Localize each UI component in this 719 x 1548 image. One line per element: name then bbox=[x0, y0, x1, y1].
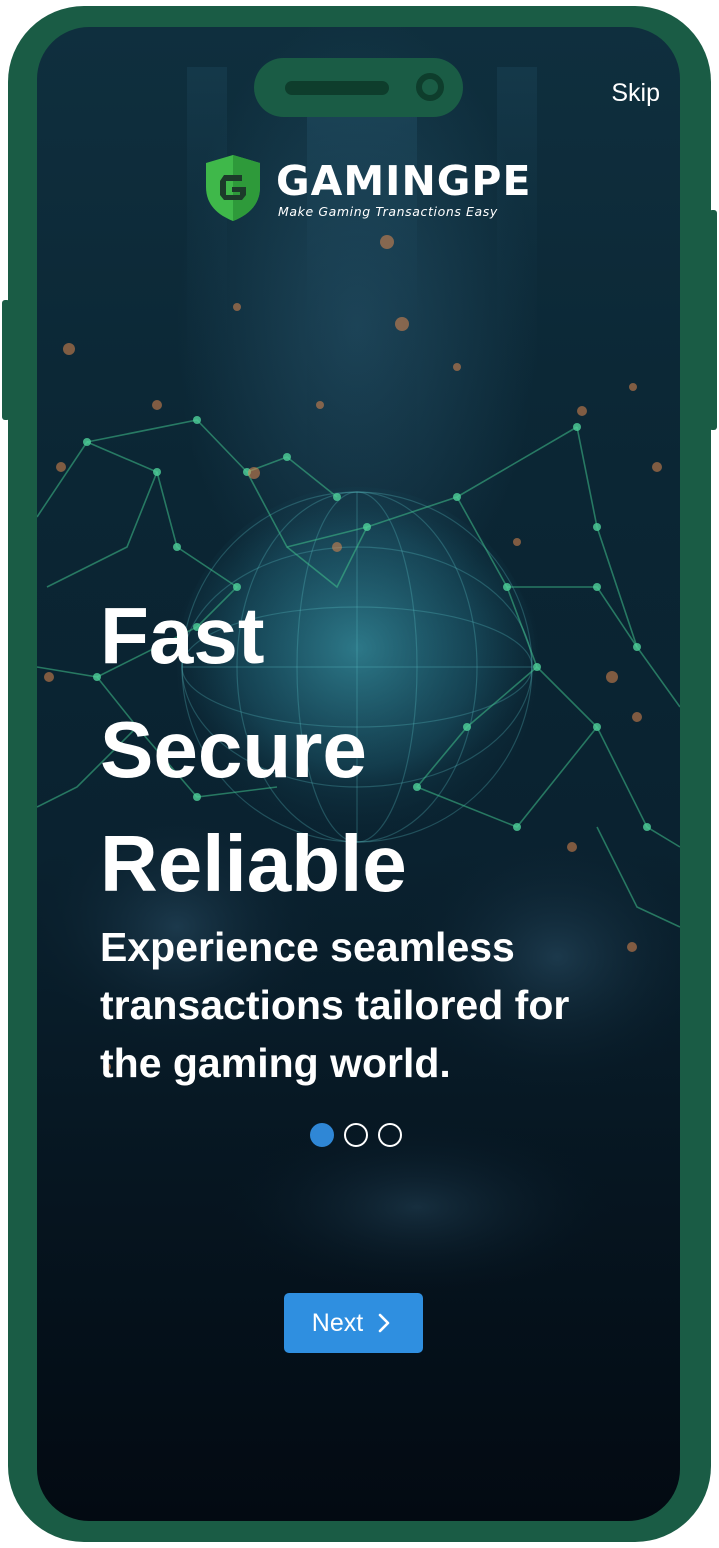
side-button-left bbox=[2, 300, 10, 420]
next-button-label: Next bbox=[311, 1308, 364, 1337]
island-speaker bbox=[285, 81, 389, 95]
side-button-right bbox=[709, 210, 717, 430]
next-button[interactable]: Next bbox=[284, 1293, 423, 1353]
page-dot-2[interactable] bbox=[344, 1123, 368, 1147]
subtitle: Experience seamless transactions tailore… bbox=[100, 918, 660, 1092]
headline: Fast Secure Reliable bbox=[100, 579, 407, 921]
dynamic-island bbox=[254, 58, 463, 117]
page-dot-1[interactable] bbox=[310, 1123, 334, 1147]
app-logo: GAMINGPE Make Gaming Transactions Easy bbox=[202, 151, 530, 231]
subtitle-line: the gaming world. bbox=[100, 1040, 451, 1086]
logo-tagline: Make Gaming Transactions Easy bbox=[278, 204, 498, 219]
page-dot-3[interactable] bbox=[378, 1123, 402, 1147]
page-indicator bbox=[310, 1123, 402, 1149]
skip-button[interactable]: Skip bbox=[611, 79, 660, 108]
camera-icon bbox=[416, 73, 444, 101]
headline-line-fast: Fast bbox=[100, 591, 265, 680]
subtitle-line: transactions tailored for bbox=[100, 982, 570, 1028]
headline-line-secure: Secure bbox=[100, 705, 367, 794]
onboarding-screen: Skip GAMINGPE Make Gaming Transactions E… bbox=[37, 27, 680, 1521]
headline-line-reliable: Reliable bbox=[100, 819, 407, 908]
logo-wordmark: GAMINGPE bbox=[276, 157, 532, 205]
shield-g-icon bbox=[206, 155, 260, 221]
chevron-right-icon bbox=[378, 1313, 390, 1333]
subtitle-line: Experience seamless bbox=[100, 924, 515, 970]
